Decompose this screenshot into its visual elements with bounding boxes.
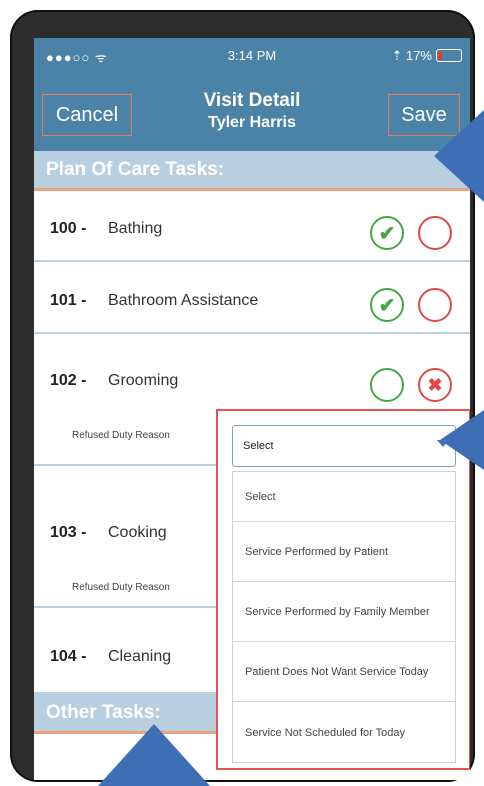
- refused-reason-select[interactable]: Select: [232, 425, 456, 467]
- callout-arrow-icon: [440, 410, 484, 470]
- callout-arrow-icon: [98, 724, 210, 786]
- refused-reason-label: Refused Duty Reason: [72, 430, 170, 441]
- task-name: Cleaning: [108, 648, 172, 665]
- refused-reason-label: Refused Duty Reason: [72, 582, 170, 593]
- task-name: Bathing: [108, 220, 163, 237]
- task-number: 102 -: [50, 372, 87, 389]
- empty-green-circle-icon[interactable]: [370, 368, 404, 402]
- task-number: 101 -: [50, 292, 87, 309]
- phone-frame: ●●●○○ ᯤ 3:14 PM ⇡ 17% Cancel Visit Detai…: [10, 10, 475, 782]
- task-name: Bathroom Assistance: [108, 292, 259, 309]
- status-bar: ●●●○○ ᯤ 3:14 PM ⇡ 17%: [34, 48, 470, 70]
- empty-red-circle-icon[interactable]: [418, 288, 452, 322]
- menu-item[interactable]: Service Performed by Family Member: [233, 582, 455, 642]
- task-row: 100 - Bathing ✔: [34, 192, 470, 262]
- check-circle-icon[interactable]: ✔: [370, 216, 404, 250]
- callout-arrow-icon: [434, 110, 484, 202]
- nav-header: ●●●○○ ᯤ 3:14 PM ⇡ 17% Cancel Visit Detai…: [34, 38, 470, 151]
- app-screen: ●●●○○ ᯤ 3:14 PM ⇡ 17% Cancel Visit Detai…: [34, 38, 470, 780]
- menu-item[interactable]: Patient Does Not Want Service Today: [233, 642, 455, 702]
- refused-reason-dropdown: Select Select Service Performed by Patie…: [216, 409, 470, 770]
- empty-red-circle-icon[interactable]: [418, 216, 452, 250]
- task-number: 104 -: [50, 648, 87, 665]
- task-row: 101 - Bathroom Assistance ✔: [34, 264, 470, 334]
- menu-item[interactable]: Service Performed by Patient: [233, 522, 455, 582]
- select-value: Select: [243, 440, 274, 452]
- menu-item[interactable]: Select: [233, 472, 455, 522]
- reason-options-menu: Select Service Performed by Patient Serv…: [232, 471, 456, 763]
- battery-text: ⇡ 17%: [391, 48, 432, 63]
- menu-item[interactable]: Service Not Scheduled for Today: [233, 702, 455, 764]
- task-name: Cooking: [108, 524, 167, 541]
- task-name: Grooming: [108, 372, 179, 389]
- section-plan-of-care: Plan Of Care Tasks:: [34, 151, 470, 191]
- check-circle-icon[interactable]: ✔: [370, 288, 404, 322]
- task-number: 103 -: [50, 524, 87, 541]
- task-number: 100 -: [50, 220, 87, 237]
- battery-icon: [436, 49, 462, 62]
- x-circle-icon[interactable]: ✖: [418, 368, 452, 402]
